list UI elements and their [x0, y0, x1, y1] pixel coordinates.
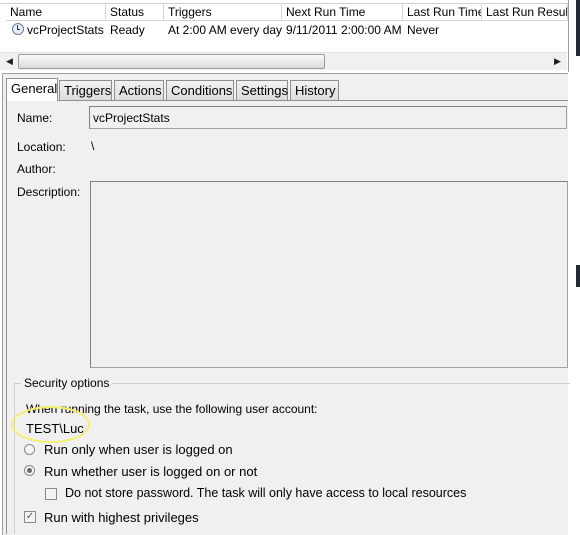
account-prompt: When running the task, use the following…: [26, 402, 318, 416]
task-last-run-cell: Never: [407, 23, 440, 37]
task-status-cell: Ready: [110, 23, 145, 37]
column-header-triggers[interactable]: Triggers: [164, 4, 282, 21]
tab-actions[interactable]: Actions: [114, 80, 164, 100]
scroll-left-arrow-icon[interactable]: ◀: [2, 54, 17, 69]
column-header-last-run[interactable]: Last Run Time: [403, 4, 482, 21]
column-header-next-run[interactable]: Next Run Time: [282, 4, 403, 21]
radio-run-only-logged-on[interactable]: [24, 444, 35, 455]
author-label: Author:: [17, 162, 56, 176]
right-edge: [569, 0, 580, 534]
description-label: Description:: [17, 185, 81, 199]
column-header-name[interactable]: Name: [6, 4, 106, 21]
description-field[interactable]: [90, 181, 568, 368]
name-label: Name:: [17, 111, 53, 125]
scroll-right-arrow-icon[interactable]: ▶: [550, 54, 565, 69]
task-list: Name Status Triggers Next Run Time Last …: [0, 0, 569, 72]
do-not-store-password-label: Do not store password. The task will onl…: [65, 486, 467, 500]
tab-general[interactable]: General: [6, 78, 58, 101]
tab-history[interactable]: History: [290, 80, 339, 100]
radio-run-only-logged-on-label: Run only when user is logged on: [44, 442, 233, 457]
task-name-cell: vcProjectStats: [27, 23, 104, 37]
highest-privileges-label: Run with highest privileges: [44, 510, 199, 525]
checkbox-do-not-store-password[interactable]: [45, 488, 57, 500]
task-next-run-cell: 9/11/2011 2:00:00 AM: [286, 23, 402, 37]
clock-task-icon: [12, 23, 24, 35]
tab-settings[interactable]: Settings: [236, 80, 288, 100]
checkbox-highest-privileges[interactable]: ✓: [24, 511, 36, 523]
column-header-last-result[interactable]: Last Run Result: [482, 4, 568, 21]
user-account-value: TEST\Luc: [26, 421, 84, 436]
scrollbar-thumb[interactable]: [18, 54, 325, 69]
location-value: \: [91, 139, 95, 153]
radio-run-whether-logged-on-label: Run whether user is logged on or not: [44, 464, 258, 479]
location-label: Location:: [17, 140, 66, 154]
security-options-title: Security options: [21, 376, 113, 390]
radio-run-whether-logged-on[interactable]: [24, 465, 35, 476]
column-header-status[interactable]: Status: [106, 4, 164, 21]
tab-conditions[interactable]: Conditions: [166, 80, 234, 100]
task-triggers-cell: At 2:00 AM every day: [168, 23, 283, 37]
name-field[interactable]: vcProjectStats: [89, 106, 567, 129]
horizontal-scrollbar[interactable]: ◀ ▶: [0, 52, 567, 70]
tab-triggers[interactable]: Triggers: [59, 80, 112, 100]
